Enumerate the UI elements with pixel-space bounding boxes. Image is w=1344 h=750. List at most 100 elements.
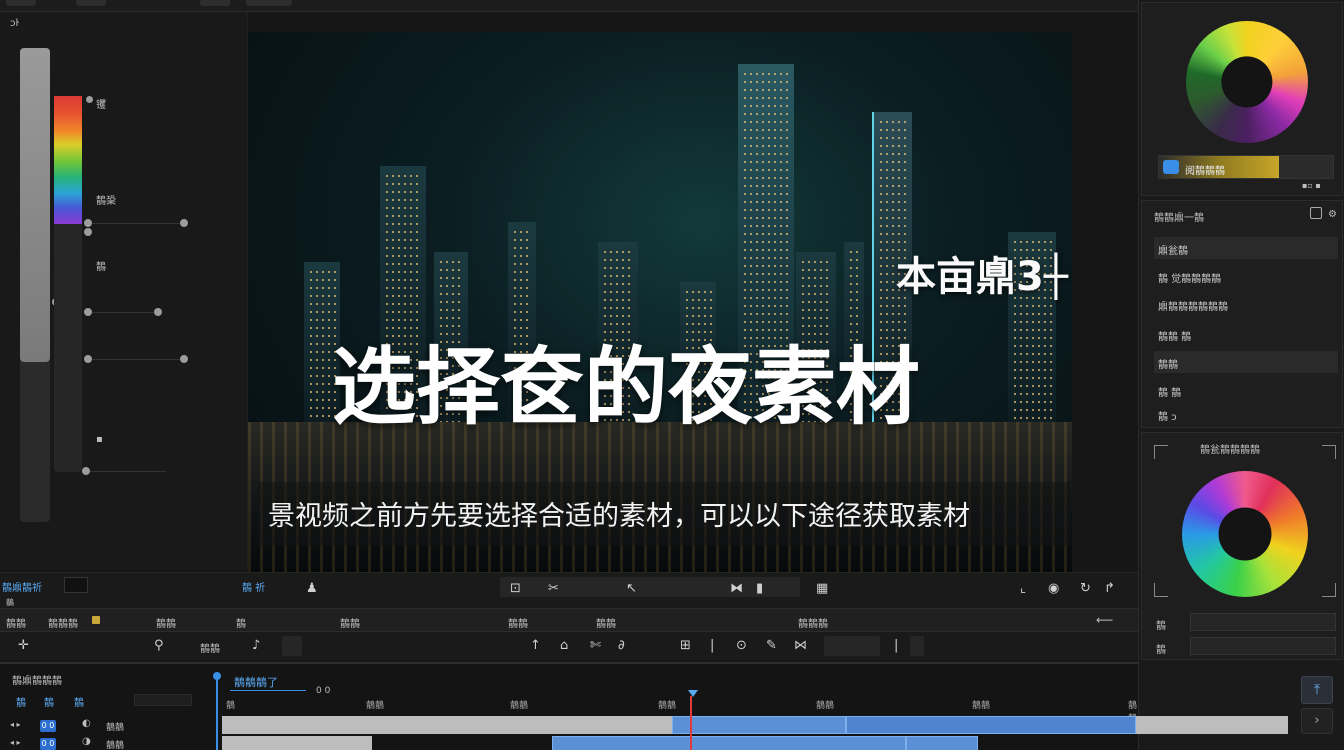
color-wheel[interactable] bbox=[1182, 471, 1308, 597]
back-arrow-icon[interactable]: ⟵ bbox=[1096, 613, 1113, 627]
preview-toolbar: 鶄鼑鶄祈 鶄 鶄 祈 ♟ ⊡ ✂ ↖ ⧓ ▮ ▦ ⌞ ◉ ↻ ↱ bbox=[0, 572, 1138, 608]
toolbar2-label[interactable]: 鶄鶄 bbox=[6, 615, 26, 630]
headphone-icon[interactable]: ◐ bbox=[82, 718, 91, 729]
paint-icon[interactable]: ✎ bbox=[766, 638, 777, 653]
cut-icon[interactable]: ✄ bbox=[590, 638, 601, 653]
menu-chip[interactable] bbox=[246, 0, 292, 6]
video-clip[interactable] bbox=[1136, 716, 1288, 734]
color-wheel[interactable] bbox=[1186, 21, 1308, 143]
frame-icon[interactable]: ⊞ bbox=[680, 638, 691, 653]
split-icon[interactable]: ⧓ bbox=[730, 581, 743, 596]
menu-chip[interactable] bbox=[76, 0, 106, 6]
slider-knob[interactable] bbox=[154, 308, 162, 316]
list-item[interactable]: 鶄 ɔ bbox=[1154, 403, 1338, 425]
audio-clip[interactable] bbox=[222, 736, 372, 750]
color-spectrum[interactable] bbox=[54, 96, 82, 224]
marker-icon[interactable]: ▮ bbox=[756, 581, 763, 596]
toolbar2-label[interactable]: 鶄鶄 bbox=[508, 615, 528, 630]
arrow-up-icon[interactable]: ↑ bbox=[530, 638, 541, 653]
menu-chip[interactable] bbox=[200, 0, 230, 6]
list-item[interactable]: 鼑鶄鶄鶄鶄鶄鶄 bbox=[1154, 293, 1338, 315]
toolbar2-label[interactable]: 鶄鶄鶄 bbox=[798, 615, 828, 630]
loop-icon[interactable]: ∂ bbox=[618, 638, 625, 653]
cursor-icon[interactable]: ↖ bbox=[626, 581, 637, 596]
tool-box[interactable] bbox=[910, 636, 924, 656]
slider-knob[interactable] bbox=[82, 467, 90, 475]
headphone-icon[interactable]: ◑ bbox=[82, 736, 91, 747]
marker-knob[interactable] bbox=[86, 96, 93, 103]
video-clip-selected[interactable] bbox=[672, 716, 846, 734]
label-2: 鶄䅃 bbox=[96, 196, 116, 207]
toolbar2-label[interactable]: 鶄 bbox=[236, 615, 246, 630]
list-item[interactable]: 鶄 觉鶄鶄鶄鶄 bbox=[1154, 265, 1338, 287]
slider-knob[interactable] bbox=[84, 355, 92, 363]
track1-label: 鶄鶄 bbox=[106, 723, 125, 733]
tool-box[interactable] bbox=[824, 636, 880, 656]
slider-knob[interactable] bbox=[180, 355, 188, 363]
start-marker[interactable] bbox=[216, 676, 218, 750]
slider-knob[interactable] bbox=[84, 219, 92, 227]
grid-icon[interactable] bbox=[1310, 207, 1322, 219]
list-item[interactable]: 鶄鶄 bbox=[1154, 351, 1338, 373]
slider-knob[interactable] bbox=[84, 228, 92, 236]
color-wheel-panel-1: 阅鶄鶄鶄 ▪▫ ▪ bbox=[1141, 2, 1343, 196]
track1-badge[interactable]: 0 0 bbox=[40, 720, 56, 732]
chevron-right-icon[interactable]: › bbox=[1301, 708, 1333, 734]
up-arrow-icon[interactable]: ⤒ bbox=[1301, 676, 1333, 704]
pin-icon[interactable]: ⚲ bbox=[154, 638, 164, 653]
audio-clip-selected[interactable] bbox=[552, 736, 906, 750]
line-icon[interactable]: | bbox=[710, 638, 714, 653]
track2-badge[interactable]: 0 0 bbox=[40, 738, 56, 750]
track-arrow-icon[interactable]: ◂ ▸ bbox=[10, 720, 21, 729]
chart-icon[interactable]: ⌞ bbox=[1020, 581, 1026, 596]
field1-label: 鶄 bbox=[1156, 621, 1166, 632]
video-clip-selected[interactable] bbox=[846, 716, 1136, 734]
eye-icon[interactable]: ◉ bbox=[1048, 581, 1059, 596]
toolbar2-label[interactable]: 鶄鶄 bbox=[156, 615, 176, 630]
video-preview[interactable]: 本亩鼑3┼ 选择奁的夜素材 景视频之前方先要选择合适的素材，可以以下途径获取素材 bbox=[248, 32, 1072, 572]
timeline-tab[interactable]: 鶄 bbox=[16, 694, 26, 709]
toolbar3-label[interactable]: 鶄鶄 bbox=[200, 640, 220, 655]
toolbar2-label[interactable]: 鶄鶄 bbox=[340, 615, 360, 630]
color-wheel-panel-2: 鶄瓮鶄鶄鶄鶄 鶄 鶄 bbox=[1141, 432, 1343, 660]
crop-icon[interactable]: ⊡ bbox=[510, 581, 521, 596]
rotate-icon[interactable]: ↻ bbox=[1080, 581, 1091, 596]
playhead[interactable] bbox=[690, 696, 692, 750]
plus-icon[interactable]: ✛ bbox=[18, 638, 29, 653]
start-marker-knob[interactable] bbox=[213, 672, 221, 680]
corner-mark bbox=[1322, 445, 1336, 459]
bell-icon[interactable]: ♪ bbox=[252, 638, 260, 653]
link-icon[interactable]: ⊙ bbox=[736, 638, 747, 653]
lock-icon[interactable]: ⌂ bbox=[560, 638, 568, 653]
toolbar-left-label[interactable]: 鶄鼑鶄祈 bbox=[2, 579, 42, 594]
toolbar2-label[interactable]: 鶄鶄鶄 bbox=[48, 615, 78, 630]
timeline-field[interactable] bbox=[134, 694, 192, 706]
list-item[interactable]: 鶄 鶄 bbox=[1154, 379, 1338, 401]
user-icon[interactable]: ♟ bbox=[306, 581, 318, 596]
color-bar-value: ▪▫ ▪ bbox=[1302, 181, 1321, 190]
list-item[interactable]: 鶄鶄 鶄 bbox=[1154, 323, 1338, 345]
settings-icon[interactable]: ⚙ bbox=[1328, 209, 1337, 220]
slider-knob[interactable] bbox=[84, 308, 92, 316]
menu-chip[interactable] bbox=[6, 0, 36, 6]
audio-clip-selected[interactable] bbox=[906, 736, 978, 750]
tool-box[interactable] bbox=[282, 636, 302, 656]
color-bar[interactable]: 阅鶄鶄鶄 bbox=[1158, 155, 1334, 179]
redo-icon[interactable]: ↱ bbox=[1104, 581, 1115, 596]
field2-input[interactable] bbox=[1190, 637, 1336, 655]
list-item[interactable]: 鼑瓮鶄 bbox=[1154, 237, 1338, 259]
scissors-icon[interactable]: ✂ bbox=[548, 581, 559, 596]
toolbar-mid-label[interactable]: 鶄 祈 bbox=[242, 579, 265, 594]
slider-knob[interactable] bbox=[180, 219, 188, 227]
toolbar2-label[interactable]: 鶄鶄 bbox=[596, 615, 616, 630]
timeline-tab[interactable]: 鶄 bbox=[74, 694, 84, 709]
track-arrow-icon[interactable]: ◂ ▸ bbox=[10, 738, 21, 747]
clip-label[interactable]: 鶄鶄鶄了 bbox=[234, 674, 278, 690]
video-clip[interactable] bbox=[222, 716, 672, 734]
field1-input[interactable] bbox=[1190, 613, 1336, 631]
thumbnail-icon[interactable] bbox=[64, 577, 88, 593]
grid-icon[interactable]: ▦ bbox=[816, 581, 828, 596]
vertical-slider[interactable] bbox=[20, 48, 50, 522]
timeline-tab[interactable]: 鶄 bbox=[44, 694, 54, 709]
trim-icon[interactable]: ⋈ bbox=[794, 638, 807, 653]
